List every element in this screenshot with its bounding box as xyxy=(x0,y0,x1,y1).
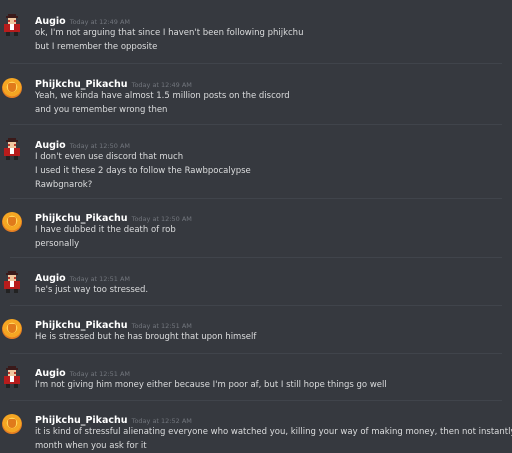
message-body: ok, I'm not arguing that since I haven't… xyxy=(35,26,303,54)
message-body: He is stressed but he has brought that u… xyxy=(35,330,256,344)
message-divider xyxy=(10,305,502,306)
message-body: he's just way too stressed. xyxy=(35,283,148,297)
vampire-avatar-icon[interactable] xyxy=(2,138,22,160)
timestamp: Today at 12:51 AM xyxy=(69,275,131,283)
message-line: I used it these 2 days to follow the Raw… xyxy=(35,166,251,176)
message-divider xyxy=(10,257,502,258)
message-line: I don't even use discord that much xyxy=(35,152,184,162)
message-body: I don't even use discord that much I use… xyxy=(35,150,251,192)
timestamp: Today at 12:51 AM xyxy=(69,370,131,378)
message-line: month when you ask for it xyxy=(35,441,147,451)
message-line: Yeah, we kinda have almost 1.5 million p… xyxy=(35,91,290,101)
message-divider xyxy=(10,124,502,125)
vampire-avatar-icon[interactable] xyxy=(2,14,22,36)
pikachu-avatar-icon[interactable] xyxy=(2,319,22,339)
timestamp: Today at 12:51 AM xyxy=(131,322,192,330)
pikachu-avatar-icon[interactable] xyxy=(2,78,22,98)
message-body: I'm not giving him money either because … xyxy=(35,378,387,392)
timestamp: Today at 12:49 AM xyxy=(69,18,131,26)
timestamp: Today at 12:50 AM xyxy=(131,215,192,223)
message-body: I have dubbed it the death of rob person… xyxy=(35,223,176,251)
timestamp: Today at 12:52 AM xyxy=(131,417,192,425)
message-line: I have dubbed it the death of rob xyxy=(35,225,176,235)
message-divider xyxy=(10,353,502,354)
chat-log: Augio Today at 12:49 AM ok, I'm not argui… xyxy=(0,0,512,453)
timestamp: Today at 12:50 AM xyxy=(69,142,131,150)
message-line: and you remember wrong then xyxy=(35,105,168,115)
message-line: it is kind of stressful alienating every… xyxy=(35,427,512,437)
message-body: Yeah, we kinda have almost 1.5 million p… xyxy=(35,89,290,117)
message-line: I'm not giving him money either because … xyxy=(35,380,387,390)
message-divider xyxy=(10,63,502,64)
timestamp: Today at 12:49 AM xyxy=(131,81,192,89)
message-line: ok, I'm not arguing that since I haven't… xyxy=(35,28,304,38)
message-divider xyxy=(10,198,502,199)
message-line: he's just way too stressed. xyxy=(35,285,149,295)
pikachu-avatar-icon[interactable] xyxy=(2,414,22,434)
message-body: it is kind of stressful alienating every… xyxy=(35,425,512,453)
pikachu-avatar-icon[interactable] xyxy=(2,212,22,232)
message-line: He is stressed but he has brought that u… xyxy=(35,332,257,342)
vampire-avatar-icon[interactable] xyxy=(2,271,22,293)
message-line: personally xyxy=(35,239,80,249)
message-line: Rawbgnarok? xyxy=(35,180,93,190)
vampire-avatar-icon[interactable] xyxy=(2,366,22,388)
message-divider xyxy=(10,400,502,401)
message-line: but I remember the opposite xyxy=(35,42,158,52)
